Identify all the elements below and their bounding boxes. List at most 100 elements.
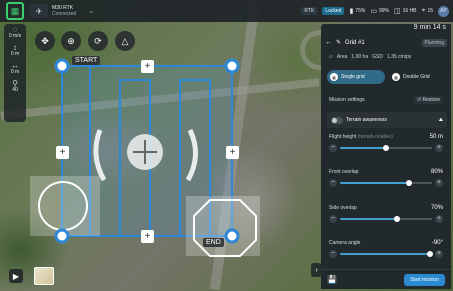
telemetry-speed: ◌ 0 m/s (8, 26, 22, 40)
double-grid-icon: ▦ (392, 73, 400, 81)
target-icon: ⊕ (67, 35, 75, 46)
satellite-icon: ⌖ (421, 7, 426, 14)
battery-2-value: 99% (378, 8, 389, 14)
rtk-badge[interactable]: RTK (301, 7, 318, 15)
single-grid-icon: ▦ (330, 73, 338, 81)
camera-button[interactable]: ▶ (9, 269, 23, 283)
battery-1-value: 75% (355, 8, 366, 14)
plus-icon[interactable]: + (435, 144, 443, 152)
avatar[interactable]: AP (438, 5, 449, 17)
drone-icon: ✈ (30, 4, 48, 18)
rotate-icon: ⟳ (94, 35, 102, 46)
screen: START END + + + + ▦ ✈ M30 RTK Connected … (0, 0, 453, 291)
single-grid-label: Single grid (341, 74, 365, 80)
camera-angle-value: -90° (431, 240, 443, 246)
camera-angle-label: Camera angle (329, 240, 361, 246)
minus-icon[interactable]: − (329, 179, 337, 187)
end-label: END (203, 238, 224, 247)
area-label: Area (336, 54, 348, 60)
terrain-toggle[interactable] (331, 116, 343, 124)
top-bar: ▦ ✈ M30 RTK Connected ⌄ RTK Locked ▮ 75% … (0, 0, 453, 22)
front-overlap-label: Front overlap (329, 169, 359, 175)
side-overlap-label: Side overlap (329, 205, 357, 211)
telemetry-satellites: ⚲ 40 (12, 80, 18, 94)
front-overlap-value: 80% (430, 169, 443, 175)
distance-value: 16 HB (402, 8, 417, 14)
mission-title: Grid #1 (345, 39, 365, 46)
start-mission-button[interactable]: Start mission (404, 273, 445, 286)
gimbal-button[interactable]: ⊕ (61, 31, 81, 51)
area-row: ▱ Area 1.00 ha GSD 1.35 cm/px (321, 52, 451, 62)
mission-settings-label: Mission settings (329, 97, 365, 103)
rotate-button[interactable]: ⟳ (88, 31, 108, 51)
flight-height-slider[interactable] (340, 145, 432, 151)
telemetry-height: ↕ 0 m (10, 44, 20, 58)
area-value: 1.00 ha (351, 54, 369, 60)
speed-value: 0 m/s (8, 33, 22, 39)
chevron-down-icon: ⌄ (88, 8, 95, 15)
back-arrow-icon[interactable]: ← (325, 39, 332, 46)
terrain-label: Terrain awareness (346, 117, 387, 123)
side-overlap-value: 70% (430, 205, 443, 211)
flight-height-hint: (terrain-relative) (357, 134, 393, 140)
height-value: 0 m (10, 51, 20, 57)
double-grid-option[interactable]: ▦ Double Grid (389, 70, 447, 84)
add-vertex-right[interactable]: + (226, 146, 239, 159)
add-vertex-top[interactable]: + (141, 60, 154, 73)
single-grid-option[interactable]: ▦ Single grid (327, 70, 385, 84)
drone-view-button[interactable]: ✥ (35, 31, 55, 51)
triangle-icon: △ (121, 35, 129, 46)
terrain-icon: ⛰ (438, 117, 443, 123)
restore-label: Restore (422, 97, 440, 103)
gsd-value: 1.35 cm/px (386, 54, 412, 60)
front-overlap-slider[interactable] (340, 180, 432, 186)
double-grid-label: Double Grid (403, 74, 430, 80)
minus-icon[interactable]: − (329, 144, 337, 152)
drone-icon: ✥ (41, 35, 49, 46)
locked-badge: Locked (322, 7, 345, 15)
side-overlap-slider[interactable] (340, 216, 432, 222)
grid-type-toggle: ▦ Single grid ▦ Double Grid (327, 70, 447, 84)
minus-icon[interactable]: − (329, 250, 337, 258)
planning-badge: Planning (421, 38, 447, 47)
app-logo-icon[interactable]: ▦ (6, 2, 24, 20)
front-overlap-setting: Front overlap 80% − + (321, 169, 451, 188)
measure-button[interactable]: △ (115, 31, 135, 51)
panel-header: ← ✎ Grid #1 Planning (321, 35, 451, 50)
status-bar: RTK Locked ▮ 75% ▭ 99% ◫ 16 HB ⌖ 15 AP (301, 0, 449, 22)
panel-footer: 💾 Start mission (321, 269, 451, 289)
flight-time: 9 min 14 s (413, 24, 446, 31)
save-icon[interactable]: 💾 (327, 275, 337, 284)
camera-angle-slider[interactable] (340, 251, 434, 257)
satellites-value: 40 (12, 87, 18, 93)
camera-angle-setting: Camera angle -90° − + (321, 240, 451, 259)
start-label: START (72, 56, 101, 65)
minus-icon[interactable]: − (329, 215, 337, 223)
area-icon: ▱ (329, 54, 333, 60)
flight-height-label: Flight height (329, 134, 357, 140)
drone-selector[interactable]: ✈ M30 RTK Connected ⌄ (30, 4, 94, 18)
plus-icon[interactable]: + (435, 250, 443, 258)
restore-button[interactable]: ↺ Restore (413, 96, 443, 104)
add-vertex-bottom[interactable]: + (141, 230, 154, 243)
mission-settings-header: Mission settings ↺ Restore (321, 96, 451, 104)
flight-height-value: 50 m (429, 134, 443, 140)
plus-icon[interactable]: + (435, 215, 443, 223)
terrain-awareness-row: Terrain awareness ⛰ (327, 112, 447, 128)
camera-thumbnail[interactable] (34, 267, 54, 285)
chevron-right-icon: › (315, 266, 318, 274)
battery-icon: ▮ (349, 8, 354, 15)
edit-icon[interactable]: ✎ (336, 39, 341, 46)
satellite-count: 15 (427, 8, 433, 14)
add-vertex-left[interactable]: + (56, 146, 69, 159)
plus-icon[interactable]: + (435, 179, 443, 187)
gsd-label: GSD (372, 54, 383, 60)
controller-battery-icon: ▭ (370, 8, 377, 15)
side-overlap-setting: Side overlap 70% − + (321, 205, 451, 224)
telemetry-distance: ↔ 0 m (10, 62, 20, 76)
drone-status: Connected (52, 11, 77, 17)
telemetry-rail: ◌ 0 m/s ↕ 0 m ↔ 0 m ⚲ 40 (4, 24, 26, 122)
distance-value: 0 m (10, 69, 20, 75)
mission-panel: 9 min 14 s ← ✎ Grid #1 Planning ▱ Area 1… (321, 24, 451, 289)
flight-height-setting: Flight height (terrain-relative) 50 m − + (321, 134, 451, 153)
